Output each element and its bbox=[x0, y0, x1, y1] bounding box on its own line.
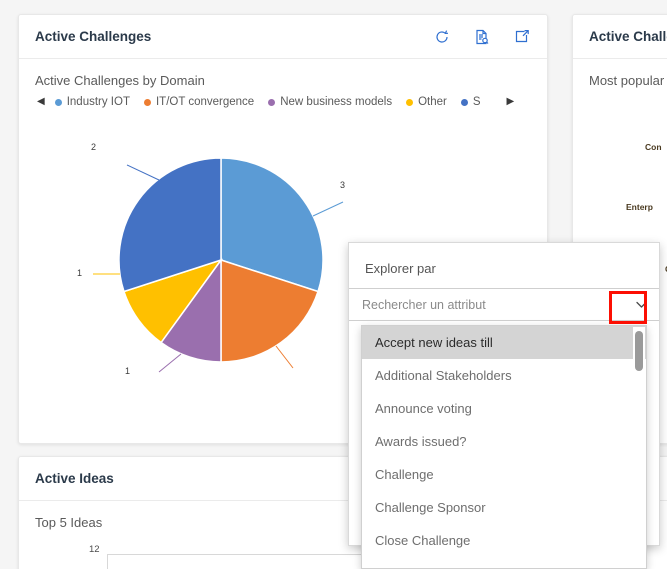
dropdown-option-challenge[interactable]: Challenge bbox=[362, 458, 646, 491]
chart-caption: Active Challenges by Domain bbox=[35, 73, 205, 88]
legend-label: New business models bbox=[280, 96, 393, 108]
legend-label: Other bbox=[418, 96, 447, 108]
legend-item-other[interactable]: Other bbox=[406, 96, 447, 108]
card-title: Active Challe bbox=[589, 29, 667, 44]
legend-label: S bbox=[472, 96, 481, 108]
report-icon[interactable] bbox=[473, 28, 491, 46]
app-root: Active Challenges Active Challenges by D… bbox=[0, 0, 667, 569]
legend-item-s[interactable]: S bbox=[460, 96, 481, 108]
chart-caption: Most popular bbox=[589, 73, 665, 88]
y-axis-tick-12: 12 bbox=[89, 544, 100, 555]
legend-dot-icon bbox=[54, 98, 62, 106]
chart-legend: ◀ Industry IOT IT/OT convergence New bus… bbox=[35, 94, 531, 110]
attribute-dropdown-list: Accept new ideas till Additional Stakeho… bbox=[361, 325, 647, 569]
card-header: Active Challe bbox=[573, 15, 667, 59]
pie-data-label-new-business-models: 1 bbox=[125, 366, 131, 376]
dropdown-scrollbar-thumb[interactable] bbox=[635, 331, 643, 371]
pie-data-label-other: 1 bbox=[77, 268, 83, 278]
legend-item-new-business-models[interactable]: New business models bbox=[268, 96, 392, 108]
popout-icon[interactable] bbox=[513, 28, 531, 46]
pie-data-label-s: 2 bbox=[91, 142, 97, 152]
search-input[interactable] bbox=[349, 297, 623, 312]
card-header: Active Challenges bbox=[19, 15, 547, 59]
legend-prev-arrow-icon[interactable]: ◀ bbox=[35, 97, 55, 107]
legend-label: IT/OT convergence bbox=[155, 96, 255, 108]
page-title: Active Challenges bbox=[35, 29, 152, 44]
dropdown-option-close-challenge[interactable]: Close Challenge bbox=[362, 524, 646, 557]
legend-dot-icon bbox=[460, 98, 468, 106]
legend-dot-icon bbox=[406, 98, 414, 106]
refresh-icon[interactable] bbox=[433, 28, 451, 46]
chevron-down-icon[interactable] bbox=[623, 289, 659, 320]
dropdown-scrollbar[interactable] bbox=[633, 327, 645, 568]
legend-dot-icon bbox=[268, 98, 276, 106]
card-actions bbox=[433, 28, 531, 46]
explorer-title: Explorer par bbox=[365, 261, 436, 276]
legend-dot-icon bbox=[143, 98, 151, 106]
dropdown-option-challenge-sponsor[interactable]: Challenge Sponsor bbox=[362, 491, 646, 524]
card-title: Active Ideas bbox=[35, 471, 114, 486]
bar-category-label-1: Con bbox=[645, 142, 662, 152]
attribute-search-row bbox=[349, 288, 659, 321]
legend-label: Industry IOT bbox=[66, 96, 130, 108]
dropdown-option-additional-stakeholders[interactable]: Additional Stakeholders bbox=[362, 359, 646, 392]
pie-data-label-industry-iot: 3 bbox=[340, 180, 346, 190]
legend-item-industry-iot[interactable]: Industry IOT bbox=[54, 96, 130, 108]
dropdown-option-accept-new-ideas-till[interactable]: Accept new ideas till bbox=[362, 326, 646, 359]
legend-item-itot-convergence[interactable]: IT/OT convergence bbox=[143, 96, 255, 108]
bar-category-label-2: Enterp bbox=[626, 202, 653, 212]
legend-next-arrow-icon[interactable]: ▶ bbox=[495, 97, 517, 107]
y-axis-line bbox=[107, 554, 108, 569]
dropdown-option-announce-voting[interactable]: Announce voting bbox=[362, 392, 646, 425]
dropdown-option-awards-issued[interactable]: Awards issued? bbox=[362, 425, 646, 458]
